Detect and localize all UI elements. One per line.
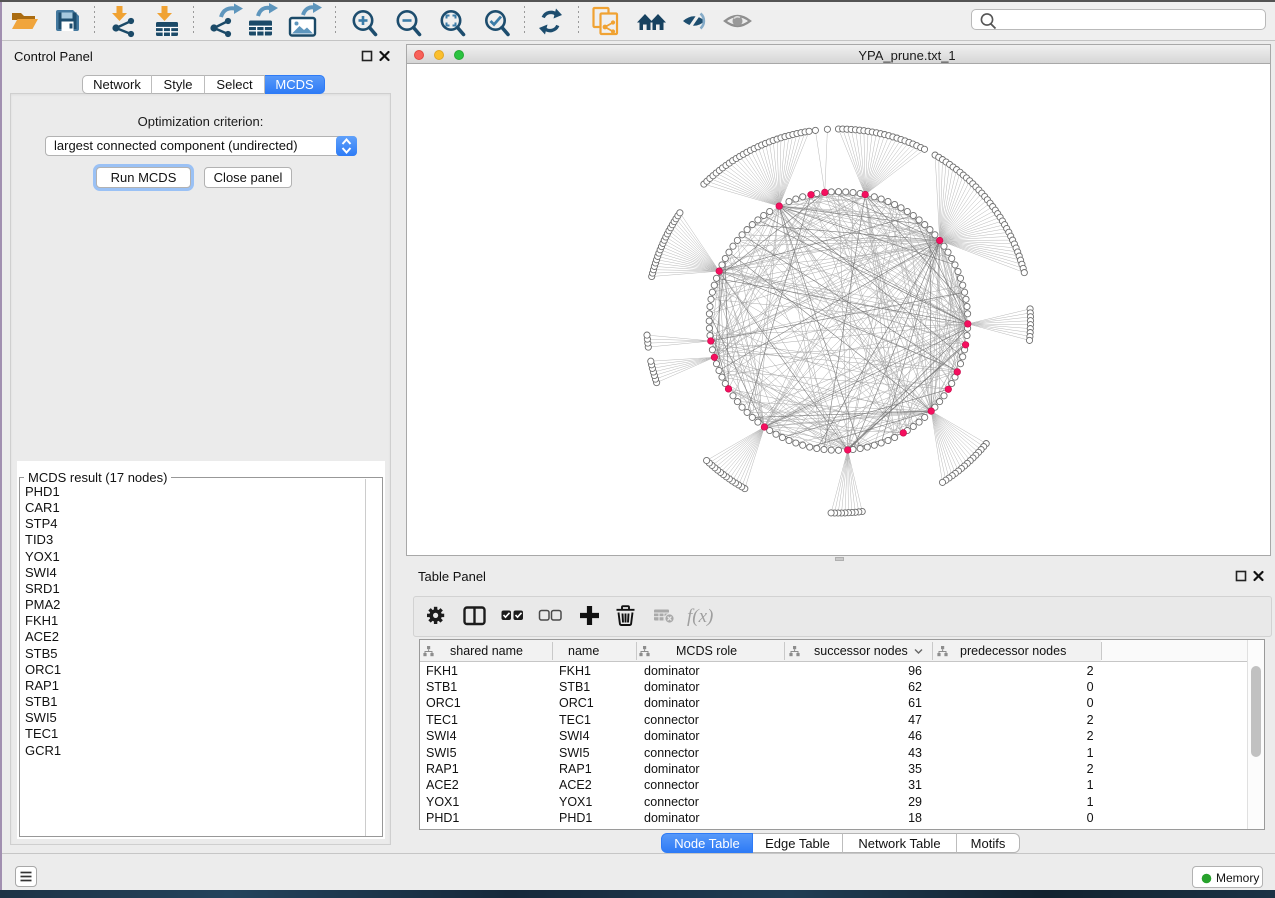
svg-text:f(x): f(x) [687, 606, 713, 627]
